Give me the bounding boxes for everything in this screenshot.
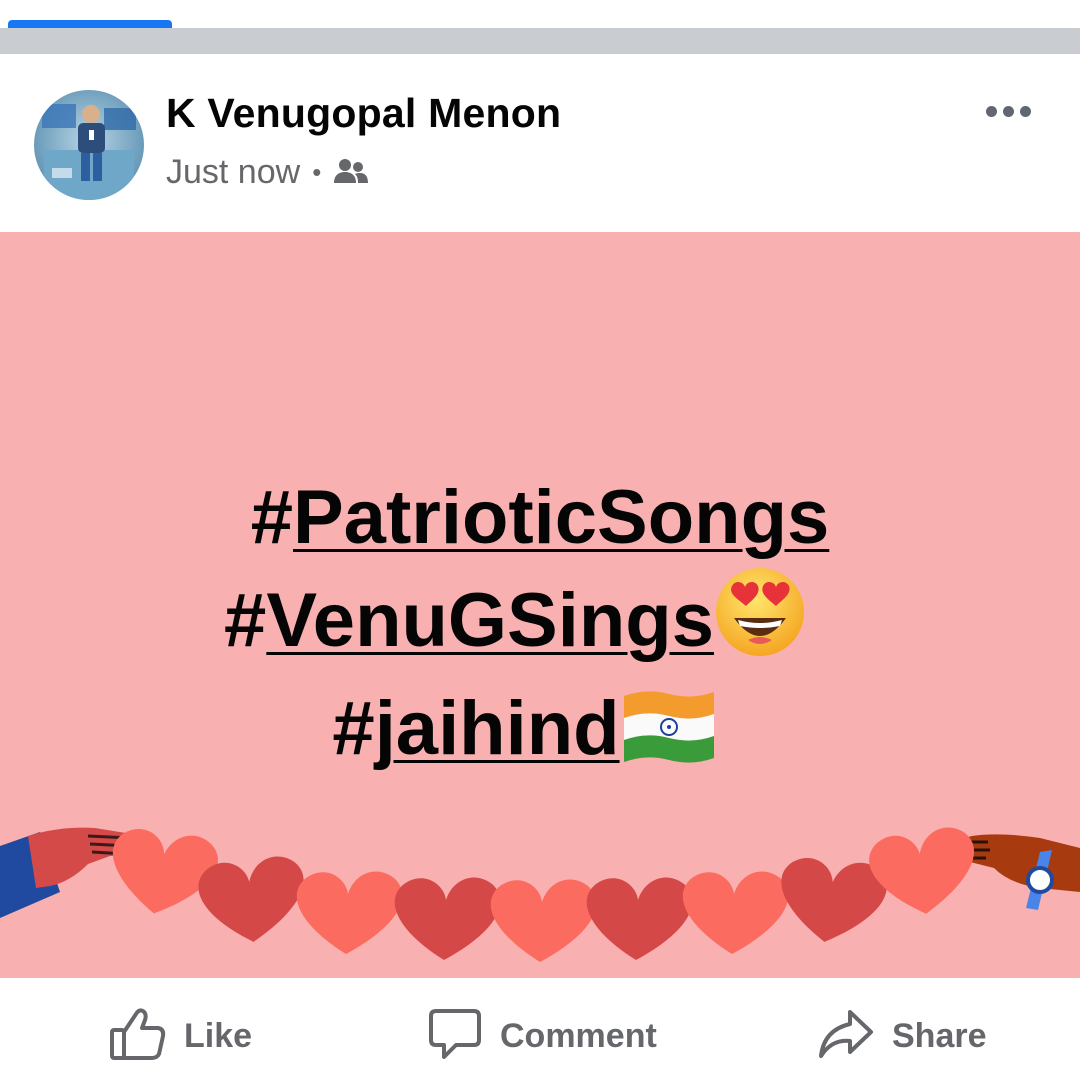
post-body: #PatrioticSongs #VenuGSings #jaihind <box>0 232 1080 978</box>
more-options-button[interactable] <box>978 94 1038 128</box>
meta-separator: • <box>312 156 322 187</box>
share-arrow-icon <box>818 1008 874 1065</box>
post-text-line: #jaihind <box>0 681 1080 789</box>
post-text-line: #PatrioticSongs <box>0 470 1080 566</box>
more-horizontal-icon <box>1002 105 1014 117</box>
author-name[interactable]: K Venugopal Menon <box>166 90 561 137</box>
post-header: K Venugopal Menon Just now • <box>0 54 1080 232</box>
avatar[interactable] <box>34 90 144 200</box>
india-flag-emoji <box>620 686 718 789</box>
share-label: Share <box>892 1016 987 1055</box>
feed-separator <box>0 28 1080 54</box>
comment-bubble-icon <box>428 1007 482 1066</box>
hearts-garland-illustration <box>0 827 1080 962</box>
hashtag-link[interactable]: #VenuGSings <box>224 578 714 663</box>
post-text-line: #VenuGSings <box>0 566 1080 681</box>
friends-icon[interactable] <box>333 157 369 187</box>
more-horizontal-icon <box>985 105 997 117</box>
share-button[interactable]: Share <box>818 1008 987 1064</box>
comment-button[interactable]: Comment <box>428 1008 657 1064</box>
active-tab-indicator <box>8 20 172 28</box>
post-meta: Just now • <box>166 152 369 192</box>
post-timestamp[interactable]: Just now <box>166 153 300 192</box>
left-arm-illustration <box>0 827 136 918</box>
more-horizontal-icon <box>1019 105 1031 117</box>
hashtag-link[interactable]: #jaihind <box>332 686 619 771</box>
heart-chain <box>112 827 974 962</box>
avatar-image <box>34 90 144 200</box>
hashtag-link[interactable]: #PatrioticSongs <box>251 475 830 560</box>
like-button[interactable]: Like <box>108 1006 253 1067</box>
thumbs-up-icon <box>108 1006 166 1067</box>
heart-eyes-emoji <box>714 566 806 681</box>
comment-label: Comment <box>500 1016 657 1055</box>
post-text: #PatrioticSongs #VenuGSings #jaihind <box>0 470 1080 789</box>
post-actions-bar: Like Comment Share <box>0 978 1080 1080</box>
like-label: Like <box>184 1016 253 1055</box>
